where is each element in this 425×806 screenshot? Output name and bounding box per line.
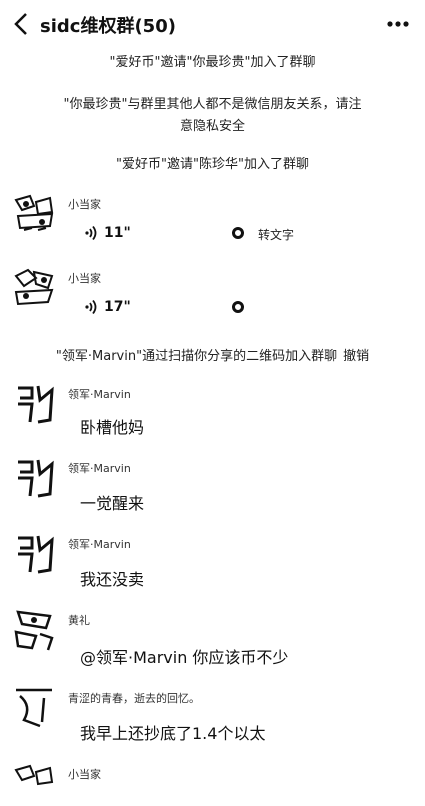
chat-header: sidc维权群(50) (0, 0, 425, 48)
avatar[interactable] (12, 686, 56, 730)
voice-wave-icon (85, 299, 97, 315)
sender-name: 领军·Marvin (68, 462, 131, 475)
join-notice-text: "领军·Marvin"通过扫描你分享的二维码加入群聊 (55, 349, 338, 364)
sender-name: 青涩的青春，逝去的回忆。 (68, 692, 200, 705)
system-message: "爱好币"邀请"你最珍贵"加入了群聊 (109, 55, 316, 70)
message-text: 我早上还抄底了1.4个以太 (80, 724, 266, 743)
system-message: "你最珍贵"与群里其他人都不是微信朋友关系，请注意隐私安全 (63, 97, 362, 134)
avatar[interactable] (12, 456, 56, 500)
avatar[interactable] (12, 192, 56, 236)
avatar[interactable] (12, 532, 56, 576)
back-arrow-icon[interactable] (10, 10, 34, 38)
sender-name: 领军·Marvin (68, 538, 131, 551)
system-message: "爱好币"邀请"陈珍华"加入了群聊 (116, 157, 309, 172)
sender-name: 黄礼 (68, 614, 90, 627)
avatar[interactable] (12, 762, 56, 806)
voice-wave-icon (85, 225, 97, 241)
voice-duration: 17" (104, 299, 131, 315)
message-text: @领军·Marvin 你应该币不少 (80, 648, 289, 667)
convert-to-text-button[interactable]: 转文字 (258, 226, 294, 243)
avatar[interactable] (12, 382, 56, 426)
voice-duration: 11" (104, 225, 131, 241)
unread-dot-icon (232, 301, 244, 313)
unread-dot-icon (232, 227, 244, 239)
voice-message[interactable]: 11" (84, 222, 131, 244)
sender-name: 小当家 (68, 198, 101, 211)
voice-message[interactable]: 17" (84, 296, 131, 318)
message-text: 卧槽他妈 (80, 418, 145, 437)
chat-title: sidc维权群(50) (40, 16, 176, 37)
avatar[interactable] (12, 608, 56, 652)
more-options-icon[interactable] (385, 14, 411, 34)
avatar[interactable] (12, 266, 56, 310)
sender-name: 小当家 (68, 272, 101, 285)
revoke-link[interactable]: 撤销 (343, 349, 369, 364)
message-text: 一觉醒来 (80, 494, 145, 513)
message-text: 我还没卖 (80, 570, 145, 589)
sender-name: 领军·Marvin (68, 388, 131, 401)
join-notice: "领军·Marvin"通过扫描你分享的二维码加入群聊 撤销 (20, 346, 405, 368)
sender-name: 小当家 (68, 768, 101, 781)
